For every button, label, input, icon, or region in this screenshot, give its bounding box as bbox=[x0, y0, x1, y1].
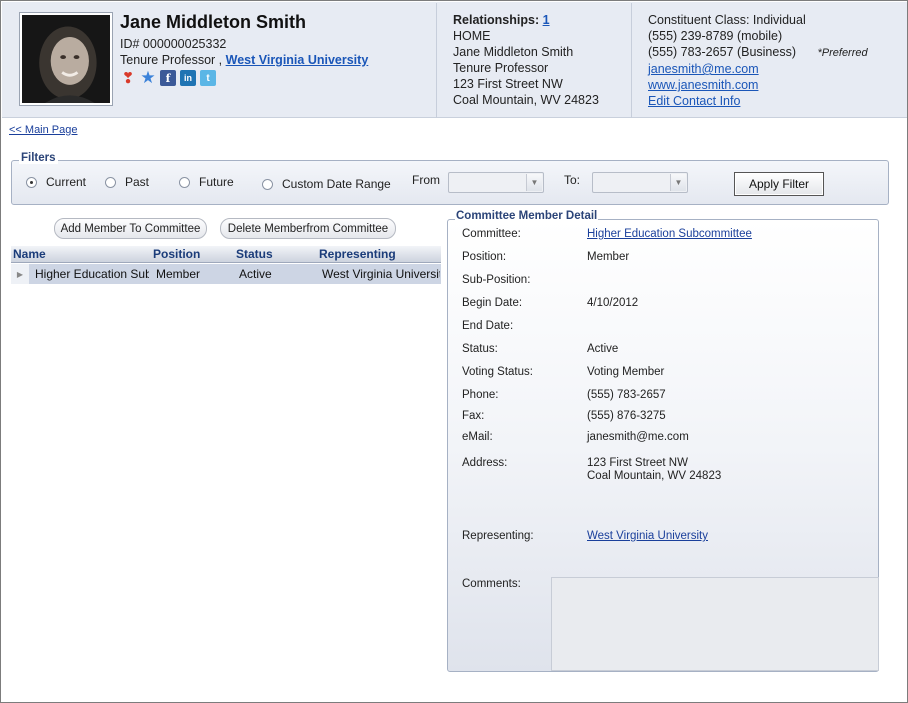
relationships-heading: Relationships: 1 bbox=[453, 12, 599, 28]
begin-date-value: 4/10/2012 bbox=[587, 297, 639, 309]
filter-future-label: Future bbox=[199, 175, 234, 189]
expand-arrow-icon[interactable]: ▶ bbox=[11, 264, 29, 284]
filter-current-label: Current bbox=[46, 175, 87, 189]
relationship-line: Coal Mountain, WV 24823 bbox=[453, 93, 599, 107]
email-label: eMail: bbox=[462, 431, 493, 443]
column-header-name[interactable]: Name bbox=[13, 247, 46, 261]
from-label: From bbox=[412, 173, 440, 187]
to-label: To: bbox=[564, 173, 581, 187]
avatar bbox=[20, 13, 112, 105]
row-status: Active bbox=[239, 267, 272, 281]
fax-value: (555) 876-3275 bbox=[587, 410, 666, 422]
filter-future-radio[interactable]: Future bbox=[179, 175, 234, 189]
fax-label: Fax: bbox=[462, 410, 485, 422]
to-date-dropdown[interactable]: ▼ bbox=[592, 172, 688, 193]
app-window: Jane Middleton Smith ID# 000000025332 Te… bbox=[0, 0, 908, 703]
apply-filter-button[interactable]: Apply Filter bbox=[734, 172, 824, 196]
business-phone-line: (555) 783-2657 (Business) *Preferred bbox=[648, 44, 898, 61]
committee-link[interactable]: Higher Education Subcommittee bbox=[587, 228, 752, 240]
header-divider bbox=[436, 3, 437, 118]
row-position: Member bbox=[156, 267, 201, 281]
email-link[interactable]: janesmith@me.com bbox=[648, 61, 898, 77]
contact-panel: Constituent Class: Individual (555) 239-… bbox=[648, 12, 898, 109]
filter-current-radio[interactable]: Current bbox=[26, 175, 86, 189]
main-page-link[interactable]: << Main Page bbox=[9, 124, 78, 136]
voting-status-value: Voting Member bbox=[587, 366, 665, 378]
linkedin-icon[interactable]: in bbox=[180, 70, 196, 86]
from-date-dropdown[interactable]: ▼ bbox=[448, 172, 544, 193]
delete-member-button[interactable]: Delete Memberfrom Committee bbox=[220, 218, 396, 239]
edit-contact-link[interactable]: Edit Contact Info bbox=[648, 93, 898, 109]
representing-link[interactable]: West Virginia University bbox=[587, 530, 708, 542]
address-value: 123 First Street NW Coal Mountain, WV 24… bbox=[587, 457, 721, 483]
constituent-title-line: Tenure Professor , West Virginia Univers… bbox=[120, 53, 368, 67]
header-divider bbox=[631, 3, 632, 118]
detail-legend: Committee Member Detail bbox=[455, 210, 599, 222]
chevron-down-icon[interactable]: ▼ bbox=[526, 174, 542, 191]
constituent-class: Constituent Class: Individual bbox=[648, 13, 806, 27]
facebook-icon[interactable]: f bbox=[160, 70, 176, 86]
committee-member-detail-panel: Committee: Higher Education Subcommittee… bbox=[447, 219, 879, 672]
filters-legend: Filters bbox=[19, 152, 58, 164]
mobile-phone: (555) 239-8789 (mobile) bbox=[648, 29, 783, 43]
star-icon[interactable]: ★ bbox=[140, 68, 156, 87]
committee-grid-header: Name Position Status Representing bbox=[11, 246, 441, 263]
filter-past-label: Past bbox=[125, 175, 150, 189]
radio-selected-icon bbox=[26, 176, 37, 188]
filters-panel: Current Past Future Custom Date Range Fr… bbox=[11, 160, 889, 205]
begin-date-label: Begin Date: bbox=[462, 297, 523, 309]
end-date-label: End Date: bbox=[462, 320, 514, 332]
table-row[interactable]: ▶ Higher Education Subc Member Active We… bbox=[11, 264, 441, 284]
representing-label: Representing: bbox=[462, 530, 534, 542]
column-header-status[interactable]: Status bbox=[236, 247, 273, 261]
address-line: Coal Mountain, WV 24823 bbox=[587, 470, 722, 482]
radio-icon bbox=[179, 176, 190, 188]
relationships-panel: Relationships: 1 HOME Jane Middleton Smi… bbox=[453, 12, 599, 108]
address-line: 123 First Street NW bbox=[587, 457, 688, 469]
address-label: Address: bbox=[462, 457, 508, 469]
relationship-line: HOME bbox=[453, 29, 491, 43]
twitter-icon[interactable]: t bbox=[200, 70, 216, 86]
organization-link[interactable]: West Virginia University bbox=[226, 53, 369, 67]
voting-status-label: Voting Status: bbox=[462, 366, 533, 378]
radio-icon bbox=[105, 176, 116, 188]
relationships-label: Relationships: bbox=[453, 13, 540, 27]
constituent-name: Jane Middleton Smith bbox=[120, 12, 307, 32]
committee-label: Committee: bbox=[462, 228, 521, 240]
filter-custom-range-radio[interactable]: Custom Date Range bbox=[262, 177, 391, 191]
phone-value: (555) 783-2657 bbox=[587, 389, 666, 401]
email-value: janesmith@me.com bbox=[587, 431, 689, 443]
filter-custom-range-label: Custom Date Range bbox=[282, 177, 391, 191]
subposition-label: Sub-Position: bbox=[462, 274, 531, 286]
preferred-note: *Preferred bbox=[817, 47, 868, 59]
comments-label: Comments: bbox=[462, 578, 521, 590]
business-phone: (555) 783-2657 (Business) bbox=[648, 45, 796, 59]
constituent-id: ID# 000000025332 bbox=[120, 37, 227, 51]
relationship-line: Jane Middleton Smith bbox=[453, 45, 574, 59]
radio-icon bbox=[262, 178, 273, 190]
website-link[interactable]: www.janesmith.com bbox=[648, 77, 898, 93]
constituent-title: Tenure Professor , bbox=[120, 53, 223, 67]
constituent-header: Jane Middleton Smith ID# 000000025332 Te… bbox=[2, 2, 907, 118]
comments-textarea[interactable] bbox=[551, 577, 879, 671]
status-label: Status: bbox=[462, 343, 498, 355]
relationship-line: Tenure Professor bbox=[453, 61, 549, 75]
portrait-image bbox=[22, 15, 110, 103]
add-member-button[interactable]: Add Member To Committee bbox=[54, 218, 207, 239]
filter-past-radio[interactable]: Past bbox=[105, 175, 149, 189]
column-header-position[interactable]: Position bbox=[153, 247, 200, 261]
social-icons: ❣ ★ f in t bbox=[120, 68, 216, 87]
phone-label: Phone: bbox=[462, 389, 499, 401]
column-header-representing[interactable]: Representing bbox=[319, 247, 396, 261]
status-value: Active bbox=[587, 343, 619, 355]
heart-icon[interactable]: ❣ bbox=[120, 70, 136, 87]
relationship-line: 123 First Street NW bbox=[453, 77, 563, 91]
row-representing: West Virginia University bbox=[322, 267, 440, 281]
position-label: Position: bbox=[462, 251, 507, 263]
chevron-down-icon[interactable]: ▼ bbox=[670, 174, 686, 191]
relationships-count-link[interactable]: 1 bbox=[543, 13, 550, 27]
row-name: Higher Education Subc bbox=[35, 267, 149, 281]
position-value: Member bbox=[587, 251, 630, 263]
